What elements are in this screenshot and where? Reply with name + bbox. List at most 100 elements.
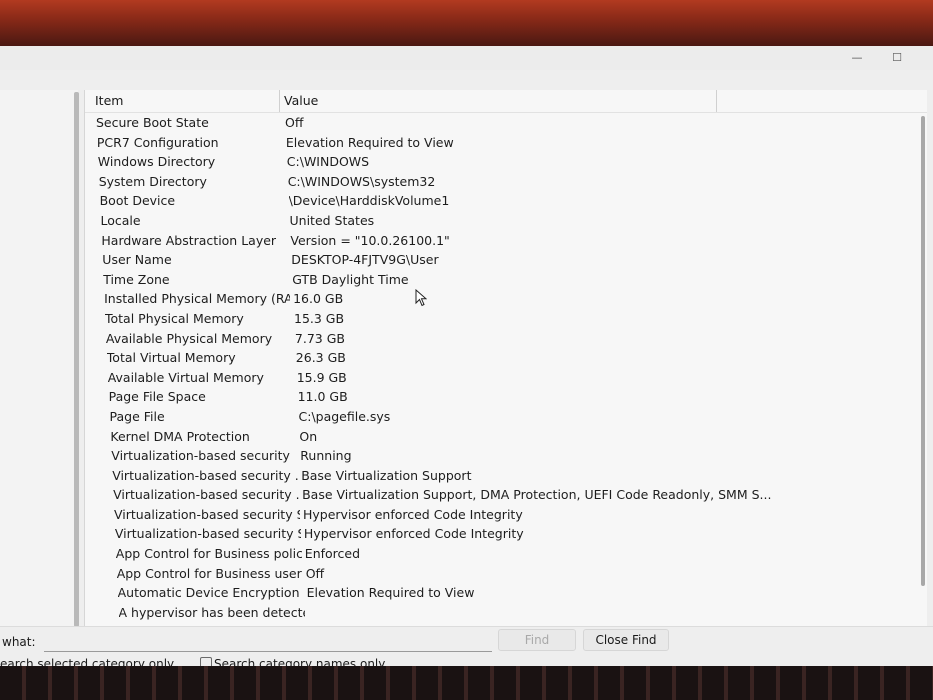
keyboard-edge — [0, 666, 933, 700]
row-item-cell: Hardware Abstraction Layer — [101, 232, 277, 248]
column-header-item[interactable]: Item — [95, 93, 123, 108]
row-value-cell: Hypervisor enforced Code Integrity — [303, 506, 523, 522]
close-find-button[interactable]: Close Find — [583, 629, 669, 651]
table-row[interactable]: Virtualization-based security S... Hyperv… — [103, 506, 915, 526]
row-item-cell: User Name — [102, 252, 172, 268]
minimize-icon[interactable]: — — [848, 49, 866, 67]
row-value-cell: C:\WINDOWS — [286, 154, 370, 170]
column-divider[interactable] — [716, 90, 717, 112]
find-what-input[interactable] — [44, 631, 492, 652]
column-divider[interactable] — [279, 90, 280, 112]
table-row[interactable]: Boot Device \Device\HarddiskVolume1 — [89, 192, 915, 212]
row-item-cell: App Control for Business user ... — [116, 565, 303, 581]
table-row[interactable]: A hypervisor has been detecte... — [108, 604, 916, 624]
row-item-cell: Virtualization-based security ... — [113, 487, 300, 503]
row-value-cell: C:\WINDOWS\system32 — [287, 173, 436, 189]
title-bar: — ☐ — [0, 46, 933, 70]
details-scrollbar[interactable] — [921, 116, 925, 586]
table-row[interactable]: App Control for Business user ... Off — [106, 565, 915, 585]
search-selected-category-option[interactable]: earch selected category only — [0, 657, 174, 666]
table-row[interactable]: User Name DESKTOP-4FJTV9G\User — [91, 251, 915, 271]
row-value-cell: Hypervisor enforced Code Integrity — [303, 526, 524, 542]
column-header-value[interactable]: Value — [284, 93, 318, 108]
row-value-cell: GTB Daylight Time — [292, 271, 409, 287]
row-value-cell: United States — [289, 212, 375, 228]
table-row[interactable]: Kernel DMA Protection On — [99, 428, 915, 448]
search-category-names-checkbox[interactable] — [200, 657, 212, 666]
table-row[interactable]: PCR7 Configuration Elevation Required to … — [86, 134, 915, 154]
row-value-cell: Running — [300, 448, 352, 464]
table-row[interactable]: Page File C:\pagefile.sys — [99, 408, 916, 428]
row-item-cell: Page File — [109, 408, 165, 424]
find-what-label: what: — [2, 635, 36, 649]
table-row[interactable]: Locale United States — [90, 212, 916, 232]
details-list[interactable]: Item Value Secure Boot State Off PCR7 Conf… — [84, 90, 927, 626]
table-row[interactable]: Total Virtual Memory 26.3 GB — [96, 349, 915, 369]
maximize-icon[interactable]: ☐ — [888, 49, 906, 67]
row-item-cell: A hypervisor has been detecte... — [118, 604, 305, 620]
table-row[interactable]: Automatic Device Encryption ... Elevation… — [107, 584, 915, 604]
table-row[interactable]: Secure Boot State Off — [85, 114, 915, 134]
row-item-cell: App Control for Business policy — [115, 546, 302, 562]
row-value-cell: Elevation Required to View — [285, 134, 454, 150]
table-row[interactable]: Virtualization-based security Running — [100, 447, 915, 467]
table-row[interactable]: Virtualization-based security S... Hyperv… — [104, 525, 915, 545]
table-row[interactable]: Virtualization-based security ... Base Vi… — [102, 486, 915, 506]
row-item-cell: System Directory — [98, 173, 207, 189]
row-value-cell: C:\pagefile.sys — [298, 408, 391, 424]
find-button[interactable]: Find — [498, 629, 576, 651]
row-value-cell: DESKTOP-4FJTV9G\User — [291, 252, 439, 268]
row-item-cell: Kernel DMA Protection — [110, 428, 250, 444]
table-row[interactable]: Available Virtual Memory 15.9 GB — [97, 369, 915, 389]
row-value-cell: Off — [305, 565, 325, 581]
row-item-cell: Time Zone — [103, 271, 170, 287]
find-bar: what: Find Close Find earch selected cat… — [0, 626, 933, 666]
row-value-cell: 11.0 GB — [297, 389, 348, 405]
category-tree-pane[interactable] — [0, 90, 78, 626]
row-item-cell: Automatic Device Encryption ... — [117, 585, 304, 601]
system-information-window: — ☐ Item Value Secure Boot State Off PCR7 … — [0, 46, 933, 666]
table-row[interactable]: Hardware Abstraction Layer Version = "10.… — [90, 232, 915, 252]
list-header: Item Value — [85, 90, 927, 113]
row-item-cell: Total Physical Memory — [105, 310, 244, 326]
search-category-names-label: Search category names only — [214, 657, 386, 666]
search-category-names-option[interactable]: Search category names only — [200, 657, 385, 666]
table-row[interactable]: Virtualization-based security ... Base Vi… — [101, 467, 915, 487]
row-item-cell: PCR7 Configuration — [96, 134, 219, 150]
row-value-cell: \Device\HarddiskVolume1 — [288, 193, 450, 209]
row-value-cell: Base Virtualization Support, DMA Protect… — [302, 487, 772, 503]
row-item-cell: Virtualization-based security — [111, 448, 290, 464]
row-item-cell: Locale — [100, 212, 141, 228]
table-row[interactable]: Installed Physical Memory (RA... 16.0 GB — [93, 290, 915, 310]
row-item-cell: Virtualization-based security S... — [114, 526, 301, 542]
table-row[interactable]: App Control for Business policy Enforced — [105, 545, 915, 565]
row-item-cell: Installed Physical Memory (RA... — [104, 291, 291, 307]
monitor-bezel-top — [0, 0, 933, 46]
row-value-cell: Version = "10.0.26100.1" — [290, 232, 450, 248]
row-item-cell: Windows Directory — [97, 154, 216, 170]
search-selected-category-label: earch selected category only — [0, 657, 175, 666]
row-item-cell: Available Physical Memory — [105, 330, 273, 346]
row-value-cell: On — [299, 428, 318, 444]
row-value-cell: 15.3 GB — [294, 310, 345, 326]
table-row[interactable]: Total Physical Memory 15.3 GB — [94, 310, 915, 330]
table-row[interactable]: Available Physical Memory 7.73 GB — [95, 330, 915, 350]
row-item-cell: Total Virtual Memory — [106, 350, 236, 366]
table-row[interactable]: Page File Space 11.0 GB — [98, 388, 915, 408]
table-row[interactable]: Time Zone GTB Daylight Time — [92, 271, 915, 291]
row-value-cell: 15.9 GB — [296, 369, 347, 385]
row-value-cell: Base Virtualization Support — [301, 467, 472, 483]
mouse-pointer-icon — [415, 289, 427, 307]
row-value-cell: 26.3 GB — [295, 350, 346, 366]
category-tree-scrollbar[interactable] — [74, 92, 79, 627]
row-item-cell: Virtualization-based security ... — [112, 467, 299, 483]
row-item-cell: Secure Boot State — [96, 115, 209, 130]
row-value-cell: Off — [285, 115, 304, 130]
row-item-cell: Virtualization-based security S... — [114, 506, 300, 522]
row-value-cell: Enforced — [304, 546, 361, 562]
table-row[interactable]: Windows Directory C:\WINDOWS — [87, 153, 915, 173]
row-value-cell: Elevation Required to View — [306, 585, 475, 601]
row-item-cell: Boot Device — [99, 193, 176, 209]
table-row[interactable]: System Directory C:\WINDOWS\system32 — [88, 173, 915, 193]
row-item-cell: Page File Space — [108, 389, 206, 405]
